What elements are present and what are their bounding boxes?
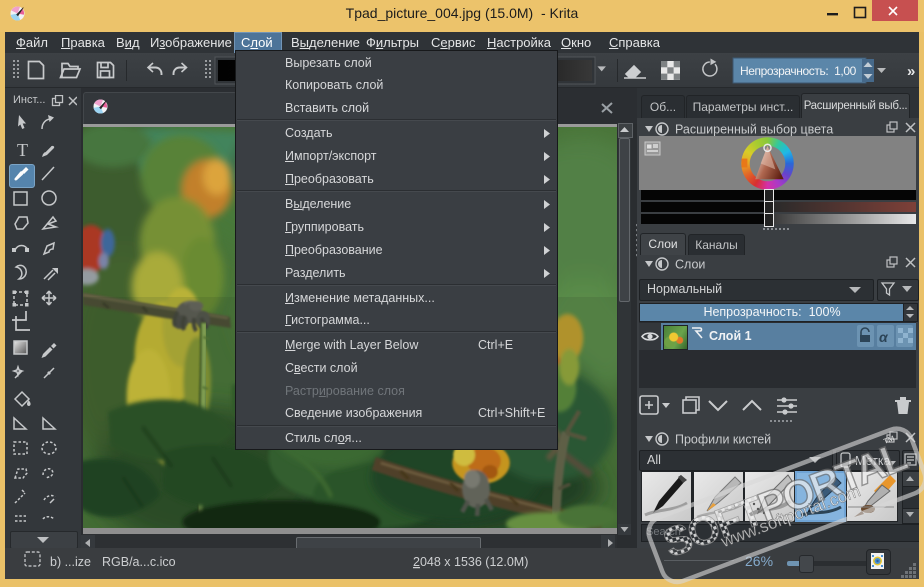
svg-text:T: T (17, 140, 28, 160)
svg-text:b) ...ize: b) ...ize (50, 555, 91, 569)
svg-text:Слои: Слои (675, 258, 705, 272)
svg-text:α: α (879, 329, 889, 345)
svg-text:SOFTPORTAL: SOFTPORTAL (657, 433, 913, 566)
svg-text:Расширенный выбор цвета: Расширенный выбор цвета (675, 123, 833, 137)
svg-text:RGB/a...c.icо: RGB/a...c.icо (102, 555, 176, 569)
svg-text:Непрозрачность: 1,00: Непрозрачность: 1,00 (740, 64, 857, 78)
svg-text:»: » (907, 63, 915, 80)
svg-text:2048 x 1536 (12.0M): 2048 x 1536 (12.0M) (413, 555, 528, 569)
